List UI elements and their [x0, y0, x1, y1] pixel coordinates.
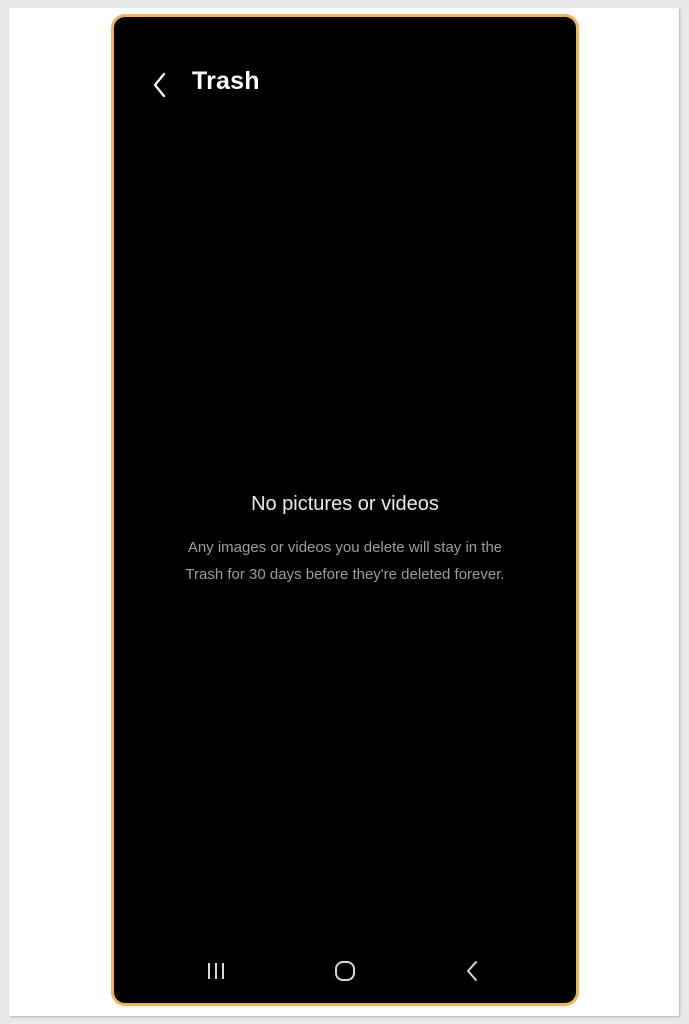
back-button[interactable]	[144, 69, 176, 101]
system-back-button[interactable]	[452, 955, 492, 987]
chevron-left-icon	[153, 72, 166, 98]
empty-state-description: Any images or videos you delete will sta…	[185, 539, 505, 583]
home-icon	[335, 961, 355, 981]
recent-apps-button[interactable]	[196, 955, 236, 987]
app-header: Trash	[114, 17, 576, 147]
recent-apps-icon	[208, 963, 224, 979]
page-title: Trash	[192, 67, 260, 95]
empty-state: No pictures or videos Any images or vide…	[114, 493, 576, 588]
phone-frame: Trash No pictures or videos Any images o…	[111, 14, 579, 1006]
empty-state-title: No pictures or videos	[251, 493, 439, 515]
phone-screen: Trash No pictures or videos Any images o…	[114, 17, 576, 1003]
home-button[interactable]	[325, 955, 365, 987]
back-icon	[467, 961, 477, 981]
system-navigation-bar	[114, 945, 576, 1003]
page-canvas: Trash No pictures or videos Any images o…	[0, 0, 689, 1024]
